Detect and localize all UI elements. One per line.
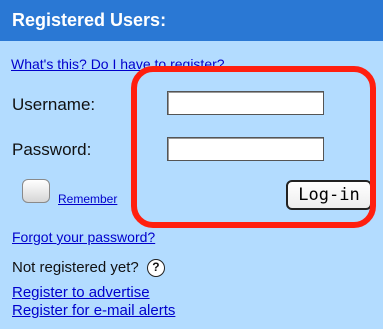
not-registered-text: Not registered yet? ? [12, 259, 165, 277]
panel-title: Registered Users: [12, 10, 167, 30]
not-registered-label: Not registered yet? [12, 259, 139, 276]
login-button[interactable]: Log-in [286, 180, 372, 210]
register-advertise-link[interactable]: Register to advertise [12, 284, 150, 301]
remember-link[interactable]: Remember [58, 192, 117, 206]
registered-users-panel: Registered Users: What's this? Do I have… [0, 0, 383, 329]
username-label: Username: [12, 95, 96, 114]
registration-help-link[interactable]: What's this? Do I have to register? [11, 56, 225, 72]
password-label: Password: [12, 140, 92, 159]
remember-checkbox[interactable] [22, 179, 50, 203]
question-circle-icon[interactable]: ? [146, 259, 165, 277]
panel-header: Registered Users: [0, 0, 383, 41]
register-email-alerts-link[interactable]: Register for e-mail alerts [12, 302, 175, 319]
username-field[interactable] [167, 91, 324, 115]
password-field[interactable] [167, 137, 324, 161]
forgot-password-link[interactable]: Forgot your password? [12, 229, 155, 245]
